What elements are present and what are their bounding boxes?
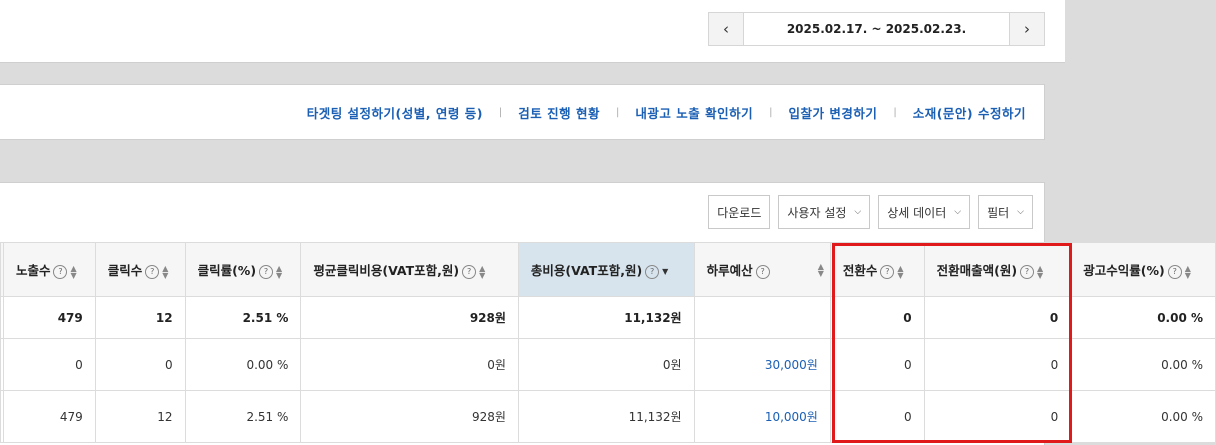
link-separator: | bbox=[893, 106, 897, 118]
help-icon[interactable]: ? bbox=[755, 264, 770, 279]
cell-roas: 0.00 % bbox=[1070, 338, 1216, 391]
header-label: 광고수익률(%) bbox=[1083, 263, 1165, 278]
cell-impressions: 479 bbox=[2, 390, 96, 443]
link-separator: | bbox=[769, 106, 773, 118]
help-icon[interactable]: ? bbox=[880, 264, 895, 279]
help-icon[interactable]: ? bbox=[145, 264, 160, 279]
summary-total-cost: 11,132원 bbox=[517, 296, 695, 339]
sort-desc-icon[interactable]: ▼ bbox=[662, 268, 668, 276]
header-label: 전환수 bbox=[842, 263, 878, 278]
summary-avg-cpc: 928원 bbox=[300, 296, 519, 339]
cell-avg-cpc: 0원 bbox=[300, 338, 519, 391]
cell-total-cost: 11,132원 bbox=[517, 390, 695, 443]
chevron-down-icon: ⌵ bbox=[854, 207, 862, 217]
prev-week-button[interactable]: ‹ bbox=[709, 13, 744, 45]
cell-ctr: 0.00 % bbox=[184, 338, 302, 391]
help-icon[interactable]: ? bbox=[462, 264, 477, 279]
edit-creative-link[interactable]: 소재(문안) 수정하기 bbox=[913, 103, 1026, 122]
cell-clicks: 12 bbox=[94, 390, 186, 443]
filter-label: 필터 bbox=[987, 205, 1010, 220]
sort-icon[interactable]: ▲ ▼ bbox=[479, 264, 485, 279]
sort-icon[interactable]: ▲ ▼ bbox=[70, 264, 76, 279]
cell-total-cost: 0원 bbox=[517, 338, 695, 391]
link-separator: | bbox=[498, 106, 503, 118]
summary-row: 479 12 2.51 % 928원 11,132원 0 0 0.00 % bbox=[0, 296, 1216, 339]
cell-ctr: 2.51 % bbox=[184, 390, 302, 443]
help-icon[interactable]: ? bbox=[53, 264, 68, 279]
header-label: 노출수 bbox=[15, 263, 51, 278]
table-row: 0 0 0.00 % 0원 0원 30,000원 0 0 0.00 % bbox=[0, 338, 1216, 391]
help-icon[interactable]: ? bbox=[259, 264, 274, 279]
header-label: 클릭수 bbox=[107, 263, 143, 278]
chevron-right-icon: › bbox=[1024, 20, 1030, 38]
performance-table: 노출수? ▲ ▼ 클릭수? ▲ ▼ 클릭률(%)? ▲ ▼ 평균클릭비용(VAT포함,원)?… bbox=[0, 242, 1216, 443]
date-panel: ‹ 2025.02.17. ~ 2025.02.23. › bbox=[0, 0, 1065, 63]
cell-daily-budget: 30,000원 bbox=[693, 338, 831, 391]
header-conversion-revenue[interactable]: 전환매출액(원)? ▲ ▼ bbox=[923, 242, 1072, 297]
chevron-down-icon: ⌵ bbox=[1017, 207, 1024, 217]
header-label: 총비용(VAT포함,원) bbox=[530, 263, 643, 278]
header-label: 평균클릭비용(VAT포함,원) bbox=[313, 263, 460, 278]
date-range-text[interactable]: 2025.02.17. ~ 2025.02.23. bbox=[744, 13, 1009, 45]
header-avg-cpc[interactable]: 평균클릭비용(VAT포함,원)? ▲ ▼ bbox=[300, 242, 519, 297]
header-conversions[interactable]: 전환수? ▲ ▼ bbox=[829, 242, 925, 297]
header-label: 클릭률(%) bbox=[197, 263, 257, 278]
download-button[interactable]: 다운로드 bbox=[708, 195, 771, 229]
summary-daily-budget bbox=[693, 296, 831, 339]
filter-dropdown[interactable]: 필터 ⌵ bbox=[978, 195, 1033, 229]
cell-daily-budget: 10,000원 bbox=[693, 390, 831, 443]
summary-impressions: 479 bbox=[2, 296, 96, 339]
cell-conversion-revenue: 0 bbox=[923, 390, 1072, 443]
cell-conversions: 0 bbox=[829, 338, 925, 391]
review-status-link[interactable]: 검토 진행 현황 bbox=[518, 103, 600, 122]
header-clicks[interactable]: 클릭수? ▲ ▼ bbox=[94, 242, 186, 297]
daily-budget-link[interactable]: 10,000원 bbox=[765, 410, 818, 424]
cell-impressions: 0 bbox=[2, 338, 96, 391]
sort-icon[interactable]: ▲ ▼ bbox=[276, 264, 282, 279]
table-toolbar: 다운로드 사용자 설정 ⌵ 상세 데이터 ⌵ 필터 ⌵ bbox=[708, 195, 1033, 229]
help-icon[interactable]: ? bbox=[1167, 264, 1182, 279]
next-week-button[interactable]: › bbox=[1009, 13, 1044, 45]
help-icon[interactable]: ? bbox=[1020, 264, 1035, 279]
header-label: 전환매출액(원) bbox=[936, 263, 1018, 278]
detail-data-dropdown[interactable]: 상세 데이터 ⌵ bbox=[878, 195, 971, 229]
summary-ctr: 2.51 % bbox=[184, 296, 302, 339]
cell-conversions: 0 bbox=[829, 390, 925, 443]
link-separator: | bbox=[616, 106, 620, 118]
table-row: 479 12 2.51 % 928원 11,132원 10,000원 0 0 0… bbox=[0, 390, 1216, 443]
date-range-picker[interactable]: ‹ 2025.02.17. ~ 2025.02.23. › bbox=[708, 12, 1045, 46]
summary-conversions: 0 bbox=[829, 296, 925, 339]
header-label: 하루예산 bbox=[706, 263, 753, 278]
cell-clicks: 0 bbox=[94, 338, 186, 391]
header-total-cost[interactable]: 총비용(VAT포함,원)? ▼ bbox=[517, 242, 695, 297]
detail-data-label: 상세 데이터 bbox=[887, 205, 947, 220]
sort-icon[interactable]: ▲ ▼ bbox=[1185, 264, 1191, 279]
summary-clicks: 12 bbox=[94, 296, 186, 339]
chevron-left-icon: ‹ bbox=[723, 20, 729, 38]
targeting-settings-link[interactable]: 타겟팅 설정하기(성별, 연령 등) bbox=[307, 103, 483, 122]
cell-avg-cpc: 928원 bbox=[300, 390, 519, 443]
header-ctr[interactable]: 클릭률(%)? ▲ ▼ bbox=[184, 242, 302, 297]
download-label: 다운로드 bbox=[717, 205, 762, 220]
change-bid-link[interactable]: 입찰가 변경하기 bbox=[788, 103, 877, 122]
user-settings-label: 사용자 설정 bbox=[787, 205, 847, 220]
header-roas[interactable]: 광고수익률(%)? ▲ ▼ bbox=[1070, 242, 1216, 297]
user-settings-dropdown[interactable]: 사용자 설정 ⌵ bbox=[778, 195, 871, 229]
quick-links-bar: 타겟팅 설정하기(성별, 연령 등) | 검토 진행 현황 | 내광고 노출 확… bbox=[0, 84, 1045, 140]
sort-icon[interactable]: ▲ ▼ bbox=[162, 264, 168, 279]
summary-conversion-revenue: 0 bbox=[923, 296, 1072, 339]
summary-roas: 0.00 % bbox=[1070, 296, 1216, 339]
header-impressions[interactable]: 노출수? ▲ ▼ bbox=[2, 242, 96, 297]
header-daily-budget[interactable]: 하루예산? ▲ ▼ bbox=[693, 242, 831, 297]
cell-conversion-revenue: 0 bbox=[923, 338, 1072, 391]
help-icon[interactable]: ? bbox=[645, 264, 660, 279]
table-header-row: 노출수? ▲ ▼ 클릭수? ▲ ▼ 클릭률(%)? ▲ ▼ 평균클릭비용(VAT포함,원)?… bbox=[0, 242, 1216, 297]
sort-icon[interactable]: ▲ ▼ bbox=[818, 262, 824, 277]
daily-budget-link[interactable]: 30,000원 bbox=[765, 358, 818, 372]
check-ad-exposure-link[interactable]: 내광고 노출 확인하기 bbox=[635, 103, 753, 122]
sort-icon[interactable]: ▲ ▼ bbox=[1037, 264, 1043, 279]
chevron-down-icon: ⌵ bbox=[954, 207, 962, 217]
cell-roas: 0.00 % bbox=[1070, 390, 1216, 443]
sort-icon[interactable]: ▲ ▼ bbox=[897, 264, 903, 279]
